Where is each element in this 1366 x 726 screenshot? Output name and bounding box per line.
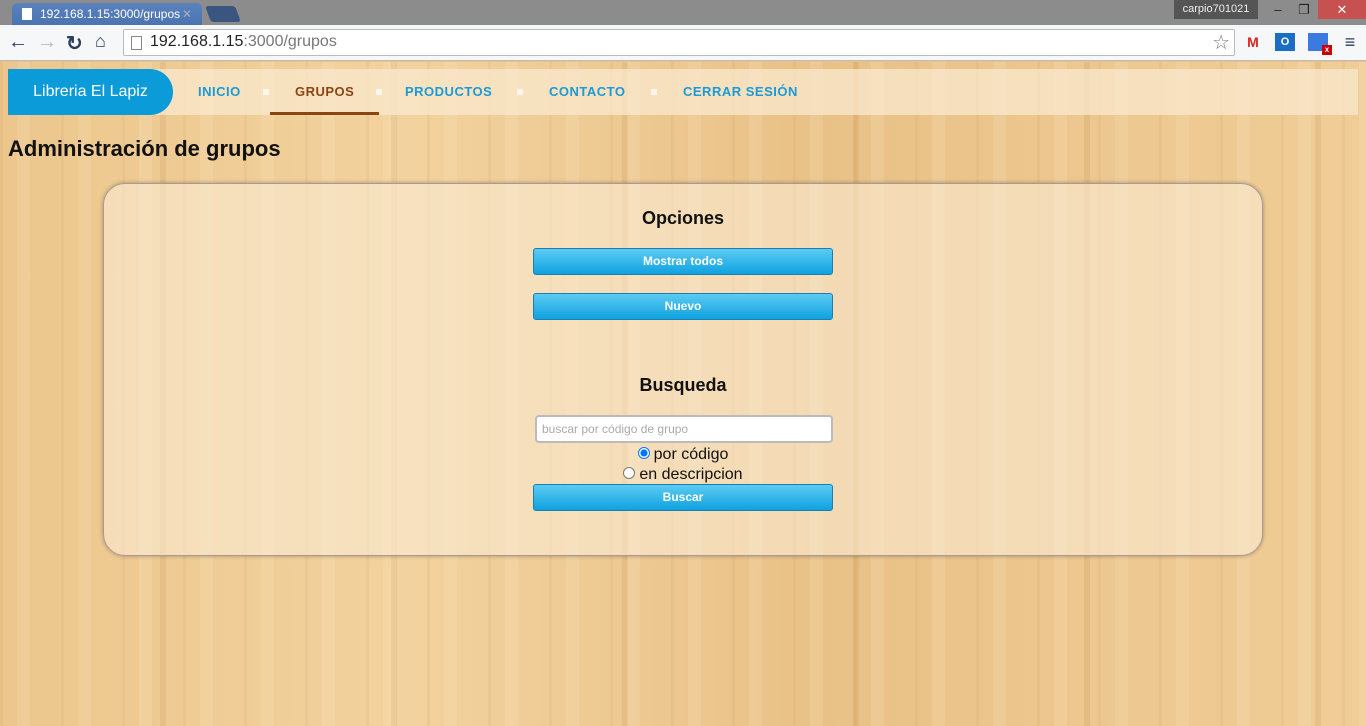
show-all-button[interactable]: Mostrar todos <box>533 248 833 275</box>
page-title: Administración de grupos <box>8 136 281 161</box>
radio-by-code[interactable]: por código <box>104 446 1262 464</box>
url-host: 192.168.1.15 <box>150 33 244 50</box>
radio-by-code-label: por código <box>653 446 729 463</box>
tab-title: 192.168.1.15:3000/grupos <box>40 7 181 21</box>
brand-logo[interactable]: Libreria El Lapiz <box>8 69 173 115</box>
bookmark-star-icon[interactable]: ☆ <box>1212 30 1230 55</box>
options-heading: Opciones <box>641 208 725 228</box>
home-icon[interactable]: ⌂ <box>95 31 106 52</box>
browser-toolbar: ← → ↻ ⌂ 192.168.1.15:3000/grupos ☆ M O x … <box>0 25 1366 61</box>
radio-by-description-input[interactable] <box>623 467 636 479</box>
profile-name[interactable]: carpio701021 <box>1174 0 1258 19</box>
main-nav: Libreria El Lapiz INICIO GRUPOS PRODUCTO… <box>8 69 1358 115</box>
radio-by-code-input[interactable] <box>637 447 650 459</box>
search-input[interactable] <box>535 415 833 443</box>
extension-icon[interactable]: x <box>1308 33 1332 55</box>
page-content: Libreria El Lapiz INICIO GRUPOS PRODUCTO… <box>0 62 1366 726</box>
new-tab-button[interactable] <box>205 6 241 22</box>
nav-separator <box>376 89 382 95</box>
address-bar[interactable]: 192.168.1.15:3000/grupos ☆ <box>123 29 1235 56</box>
nav-separator <box>517 89 523 95</box>
close-window-icon[interactable]: ✕ <box>1318 0 1366 19</box>
gmail-icon[interactable]: M <box>1243 33 1263 51</box>
nav-separator <box>263 89 269 95</box>
search-button[interactable]: Buscar <box>533 484 833 511</box>
page-icon <box>131 36 142 50</box>
nav-separator <box>651 89 657 95</box>
radio-by-description-label: en descripcion <box>639 466 743 483</box>
search-heading: Busqueda <box>639 375 727 395</box>
options-panel: Opciones Mostrar todos Nuevo Busqueda po… <box>103 183 1263 556</box>
nav-cerrar-sesion[interactable]: CERRAR SESIÓN <box>683 69 798 115</box>
reload-icon[interactable]: ↻ <box>66 31 83 56</box>
new-button[interactable]: Nuevo <box>533 293 833 320</box>
restore-icon[interactable]: ❐ <box>1290 0 1318 19</box>
menu-icon[interactable]: ≡ <box>1340 33 1360 51</box>
nav-inicio[interactable]: INICIO <box>198 69 241 115</box>
nav-productos[interactable]: PRODUCTOS <box>405 69 492 115</box>
url-path: :3000/grupos <box>243 33 337 50</box>
nav-grupos[interactable]: GRUPOS <box>270 69 380 115</box>
forward-icon[interactable]: → <box>37 31 57 54</box>
outlook-icon[interactable]: O <box>1275 33 1295 51</box>
minimize-icon[interactable]: – <box>1264 0 1292 19</box>
page-icon <box>22 8 32 20</box>
back-icon[interactable]: ← <box>8 31 28 54</box>
browser-tab[interactable]: 192.168.1.15:3000/grupos ✕ <box>12 3 202 26</box>
close-tab-icon[interactable]: ✕ <box>182 7 192 21</box>
radio-by-description[interactable]: en descripcion <box>104 466 1262 484</box>
title-bar: 192.168.1.15:3000/grupos ✕ carpio701021 –… <box>0 0 1366 26</box>
nav-contacto[interactable]: CONTACTO <box>549 69 625 115</box>
